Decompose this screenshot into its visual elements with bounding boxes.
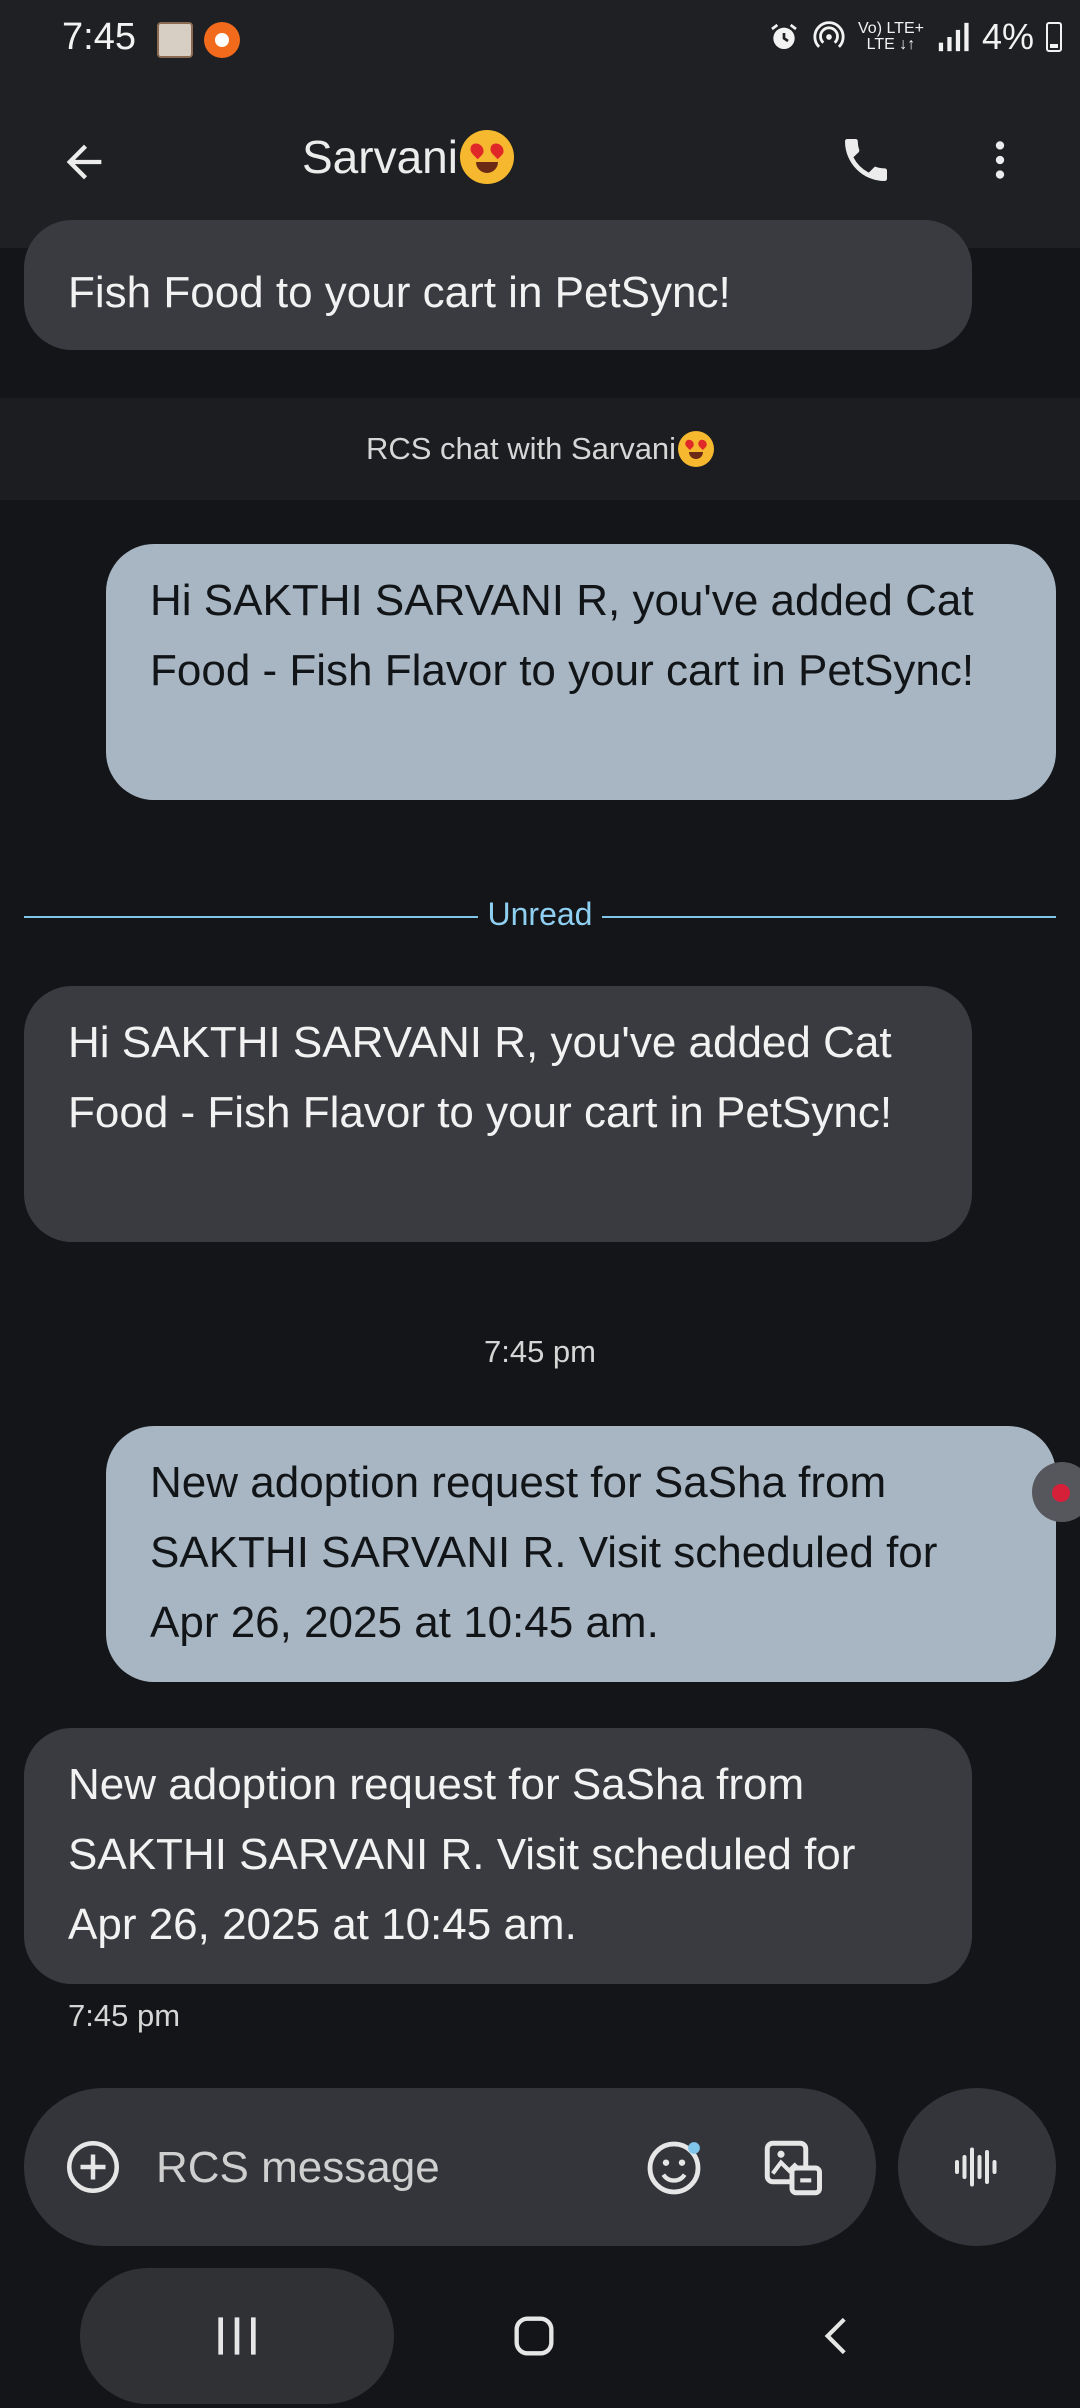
voice-message-button[interactable] (898, 2088, 1056, 2246)
home-icon (514, 2316, 554, 2356)
recents-icon (218, 2317, 256, 2355)
home-button[interactable] (494, 2296, 574, 2376)
system-back-button[interactable] (798, 2296, 878, 2376)
message-bubble-incoming[interactable]: Fish Food to your cart in PetSync! (24, 220, 972, 350)
status-icons: Vo) LTE+ LTE ↓↑ 4% (768, 16, 1062, 58)
contact-name: Sarvani (302, 131, 458, 183)
signal-icon (938, 22, 969, 52)
alarm-icon (771, 23, 797, 49)
message-text: Hi SAKTHI SARVANI R, you've added Cat Fo… (68, 1018, 893, 1137)
rcs-chat-banner: RCS chat with Sarvani (0, 398, 1080, 500)
message-timestamp: 7:45 pm (68, 1998, 181, 2033)
add-attachment-button[interactable] (58, 2132, 128, 2202)
message-text: Hi SAKTHI SARVANI R, you've added Cat Fo… (150, 576, 975, 695)
arrow-left-icon (66, 144, 102, 180)
heart-eyes-emoji-icon (678, 431, 715, 467)
messages-screen: 7:45 Vo) LTE+ LTE ↓↑ 4% Sarvani Fish Foo… (0, 0, 1080, 2408)
phone-icon (845, 139, 887, 181)
system-nav-bar (0, 2266, 1080, 2408)
message-timestamp: 7:45 pm (483, 1334, 596, 1369)
message-text: New adoption request for SaSha from SAKT… (68, 1760, 856, 1949)
divider-line (24, 916, 478, 918)
message-text: Fish Food to your cart in PetSync! (68, 268, 731, 317)
message-input[interactable] (156, 2136, 626, 2200)
add-circle-icon (67, 2141, 119, 2193)
hotspot-icon (813, 21, 845, 48)
status-time: 7:45 (62, 16, 136, 58)
unread-label: Unread (487, 896, 593, 932)
contact-title[interactable]: Sarvani (302, 130, 514, 184)
more-options-button[interactable] (960, 120, 1040, 200)
notification-app-icon (204, 22, 240, 58)
chevron-left-icon (824, 2317, 846, 2355)
emoji-button[interactable] (638, 2132, 710, 2204)
compose-bar (24, 2088, 876, 2246)
rcs-banner-text: RCS chat with Sarvani (365, 431, 677, 466)
gallery-button[interactable] (754, 2130, 830, 2206)
message-bubble-outgoing[interactable]: Hi SAKTHI SARVANI R, you've added Cat Fo… (106, 544, 1056, 800)
message-bubble-incoming[interactable]: Hi SAKTHI SARVANI R, you've added Cat Fo… (24, 986, 972, 1242)
more-vert-icon (995, 141, 1005, 179)
battery-percent: 4% (981, 16, 1034, 57)
recents-button[interactable] (80, 2268, 394, 2404)
divider-line (602, 916, 1056, 918)
heart-eyes-emoji-icon (459, 130, 514, 184)
back-button[interactable] (44, 122, 124, 202)
notification-app-icon (157, 22, 193, 58)
message-bubble-incoming[interactable]: New adoption request for SaSha from SAKT… (24, 1728, 972, 1984)
message-bubble-outgoing[interactable]: New adoption request for SaSha from SAKT… (106, 1426, 1056, 1682)
gallery-icon (764, 2140, 822, 2196)
network-type: Vo) LTE+ LTE ↓↑ (858, 20, 924, 53)
emoji-icon (647, 2141, 701, 2195)
voice-wave-icon (955, 2147, 997, 2187)
unread-divider: Unread (24, 890, 1056, 944)
message-text: New adoption request for SaSha from SAKT… (150, 1458, 938, 1647)
battery-icon (1046, 22, 1062, 52)
status-bar: 7:45 Vo) LTE+ LTE ↓↑ 4% (0, 0, 1080, 82)
call-button[interactable] (826, 120, 906, 200)
